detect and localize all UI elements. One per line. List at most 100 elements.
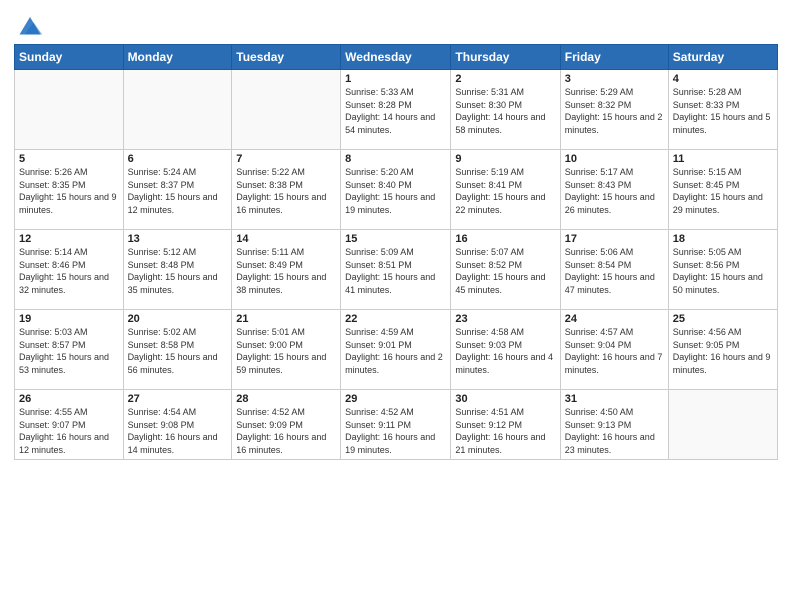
sunrise-text: Sunrise: 5:31 AM bbox=[455, 86, 555, 99]
day-info: Sunrise: 4:57 AMSunset: 9:04 PMDaylight:… bbox=[565, 326, 664, 376]
day-number: 21 bbox=[236, 313, 336, 325]
calendar-cell: 27Sunrise: 4:54 AMSunset: 9:08 PMDayligh… bbox=[123, 390, 232, 460]
sunrise-text: Sunrise: 4:54 AM bbox=[128, 406, 228, 419]
daylight-text: Daylight: 15 hours and 32 minutes. bbox=[19, 271, 119, 296]
daylight-text: Daylight: 16 hours and 7 minutes. bbox=[565, 351, 664, 376]
sunrise-text: Sunrise: 5:26 AM bbox=[19, 166, 119, 179]
daylight-text: Daylight: 16 hours and 16 minutes. bbox=[236, 431, 336, 456]
day-info: Sunrise: 4:58 AMSunset: 9:03 PMDaylight:… bbox=[455, 326, 555, 376]
day-info: Sunrise: 5:12 AMSunset: 8:48 PMDaylight:… bbox=[128, 246, 228, 296]
sunrise-text: Sunrise: 4:59 AM bbox=[345, 326, 446, 339]
calendar-cell: 22Sunrise: 4:59 AMSunset: 9:01 PMDayligh… bbox=[341, 310, 451, 390]
calendar-cell: 2Sunrise: 5:31 AMSunset: 8:30 PMDaylight… bbox=[451, 70, 560, 150]
sunrise-text: Sunrise: 5:22 AM bbox=[236, 166, 336, 179]
day-number: 8 bbox=[345, 153, 446, 165]
sunset-text: Sunset: 8:32 PM bbox=[565, 99, 664, 112]
calendar-cell: 8Sunrise: 5:20 AMSunset: 8:40 PMDaylight… bbox=[341, 150, 451, 230]
calendar-cell: 19Sunrise: 5:03 AMSunset: 8:57 PMDayligh… bbox=[15, 310, 124, 390]
calendar-cell: 26Sunrise: 4:55 AMSunset: 9:07 PMDayligh… bbox=[15, 390, 124, 460]
day-number: 18 bbox=[673, 233, 773, 245]
calendar-week-row: 1Sunrise: 5:33 AMSunset: 8:28 PMDaylight… bbox=[15, 70, 778, 150]
sunrise-text: Sunrise: 4:50 AM bbox=[565, 406, 664, 419]
sunset-text: Sunset: 9:00 PM bbox=[236, 339, 336, 352]
sunrise-text: Sunrise: 5:05 AM bbox=[673, 246, 773, 259]
day-number: 24 bbox=[565, 313, 664, 325]
sunset-text: Sunset: 9:07 PM bbox=[19, 419, 119, 432]
day-info: Sunrise: 5:01 AMSunset: 9:00 PMDaylight:… bbox=[236, 326, 336, 376]
daylight-text: Daylight: 15 hours and 41 minutes. bbox=[345, 271, 446, 296]
sunset-text: Sunset: 9:03 PM bbox=[455, 339, 555, 352]
calendar-cell bbox=[232, 70, 341, 150]
calendar-cell bbox=[668, 390, 777, 460]
sunset-text: Sunset: 8:28 PM bbox=[345, 99, 446, 112]
calendar-cell: 25Sunrise: 4:56 AMSunset: 9:05 PMDayligh… bbox=[668, 310, 777, 390]
calendar-cell: 6Sunrise: 5:24 AMSunset: 8:37 PMDaylight… bbox=[123, 150, 232, 230]
daylight-text: Daylight: 15 hours and 29 minutes. bbox=[673, 191, 773, 216]
weekday-header-saturday: Saturday bbox=[668, 45, 777, 70]
sunset-text: Sunset: 8:37 PM bbox=[128, 179, 228, 192]
calendar-cell: 18Sunrise: 5:05 AMSunset: 8:56 PMDayligh… bbox=[668, 230, 777, 310]
sunrise-text: Sunrise: 5:24 AM bbox=[128, 166, 228, 179]
sunset-text: Sunset: 9:13 PM bbox=[565, 419, 664, 432]
calendar-cell: 20Sunrise: 5:02 AMSunset: 8:58 PMDayligh… bbox=[123, 310, 232, 390]
sunset-text: Sunset: 8:51 PM bbox=[345, 259, 446, 272]
daylight-text: Daylight: 15 hours and 56 minutes. bbox=[128, 351, 228, 376]
sunset-text: Sunset: 9:11 PM bbox=[345, 419, 446, 432]
weekday-header-thursday: Thursday bbox=[451, 45, 560, 70]
sunrise-text: Sunrise: 4:55 AM bbox=[19, 406, 119, 419]
sunset-text: Sunset: 8:41 PM bbox=[455, 179, 555, 192]
daylight-text: Daylight: 16 hours and 12 minutes. bbox=[19, 431, 119, 456]
daylight-text: Daylight: 16 hours and 19 minutes. bbox=[345, 431, 446, 456]
sunrise-text: Sunrise: 5:15 AM bbox=[673, 166, 773, 179]
calendar-week-row: 5Sunrise: 5:26 AMSunset: 8:35 PMDaylight… bbox=[15, 150, 778, 230]
calendar-cell: 3Sunrise: 5:29 AMSunset: 8:32 PMDaylight… bbox=[560, 70, 668, 150]
day-info: Sunrise: 5:24 AMSunset: 8:37 PMDaylight:… bbox=[128, 166, 228, 216]
sunrise-text: Sunrise: 5:07 AM bbox=[455, 246, 555, 259]
sunrise-text: Sunrise: 5:19 AM bbox=[455, 166, 555, 179]
sunrise-text: Sunrise: 5:33 AM bbox=[345, 86, 446, 99]
calendar-cell: 11Sunrise: 5:15 AMSunset: 8:45 PMDayligh… bbox=[668, 150, 777, 230]
day-number: 27 bbox=[128, 393, 228, 405]
weekday-header-monday: Monday bbox=[123, 45, 232, 70]
daylight-text: Daylight: 15 hours and 53 minutes. bbox=[19, 351, 119, 376]
sunrise-text: Sunrise: 5:09 AM bbox=[345, 246, 446, 259]
day-number: 23 bbox=[455, 313, 555, 325]
daylight-text: Daylight: 16 hours and 9 minutes. bbox=[673, 351, 773, 376]
day-number: 26 bbox=[19, 393, 119, 405]
daylight-text: Daylight: 15 hours and 9 minutes. bbox=[19, 191, 119, 216]
calendar-cell: 31Sunrise: 4:50 AMSunset: 9:13 PMDayligh… bbox=[560, 390, 668, 460]
daylight-text: Daylight: 15 hours and 38 minutes. bbox=[236, 271, 336, 296]
sunset-text: Sunset: 8:58 PM bbox=[128, 339, 228, 352]
sunset-text: Sunset: 8:56 PM bbox=[673, 259, 773, 272]
logo-icon bbox=[16, 10, 44, 38]
sunset-text: Sunset: 8:45 PM bbox=[673, 179, 773, 192]
sunrise-text: Sunrise: 4:52 AM bbox=[345, 406, 446, 419]
calendar-cell: 9Sunrise: 5:19 AMSunset: 8:41 PMDaylight… bbox=[451, 150, 560, 230]
day-number: 31 bbox=[565, 393, 664, 405]
day-number: 9 bbox=[455, 153, 555, 165]
day-number: 30 bbox=[455, 393, 555, 405]
page: SundayMondayTuesdayWednesdayThursdayFrid… bbox=[0, 0, 792, 612]
calendar-cell: 23Sunrise: 4:58 AMSunset: 9:03 PMDayligh… bbox=[451, 310, 560, 390]
day-number: 6 bbox=[128, 153, 228, 165]
sunset-text: Sunset: 8:30 PM bbox=[455, 99, 555, 112]
daylight-text: Daylight: 15 hours and 16 minutes. bbox=[236, 191, 336, 216]
day-info: Sunrise: 5:03 AMSunset: 8:57 PMDaylight:… bbox=[19, 326, 119, 376]
day-info: Sunrise: 4:56 AMSunset: 9:05 PMDaylight:… bbox=[673, 326, 773, 376]
calendar-cell: 10Sunrise: 5:17 AMSunset: 8:43 PMDayligh… bbox=[560, 150, 668, 230]
weekday-header-friday: Friday bbox=[560, 45, 668, 70]
day-number: 16 bbox=[455, 233, 555, 245]
day-number: 22 bbox=[345, 313, 446, 325]
day-number: 13 bbox=[128, 233, 228, 245]
sunset-text: Sunset: 8:52 PM bbox=[455, 259, 555, 272]
day-info: Sunrise: 4:54 AMSunset: 9:08 PMDaylight:… bbox=[128, 406, 228, 456]
sunset-text: Sunset: 8:38 PM bbox=[236, 179, 336, 192]
calendar-cell: 17Sunrise: 5:06 AMSunset: 8:54 PMDayligh… bbox=[560, 230, 668, 310]
sunrise-text: Sunrise: 4:51 AM bbox=[455, 406, 555, 419]
day-number: 20 bbox=[128, 313, 228, 325]
sunset-text: Sunset: 8:54 PM bbox=[565, 259, 664, 272]
day-info: Sunrise: 5:20 AMSunset: 8:40 PMDaylight:… bbox=[345, 166, 446, 216]
calendar-cell: 29Sunrise: 4:52 AMSunset: 9:11 PMDayligh… bbox=[341, 390, 451, 460]
day-info: Sunrise: 5:15 AMSunset: 8:45 PMDaylight:… bbox=[673, 166, 773, 216]
sunset-text: Sunset: 8:43 PM bbox=[565, 179, 664, 192]
